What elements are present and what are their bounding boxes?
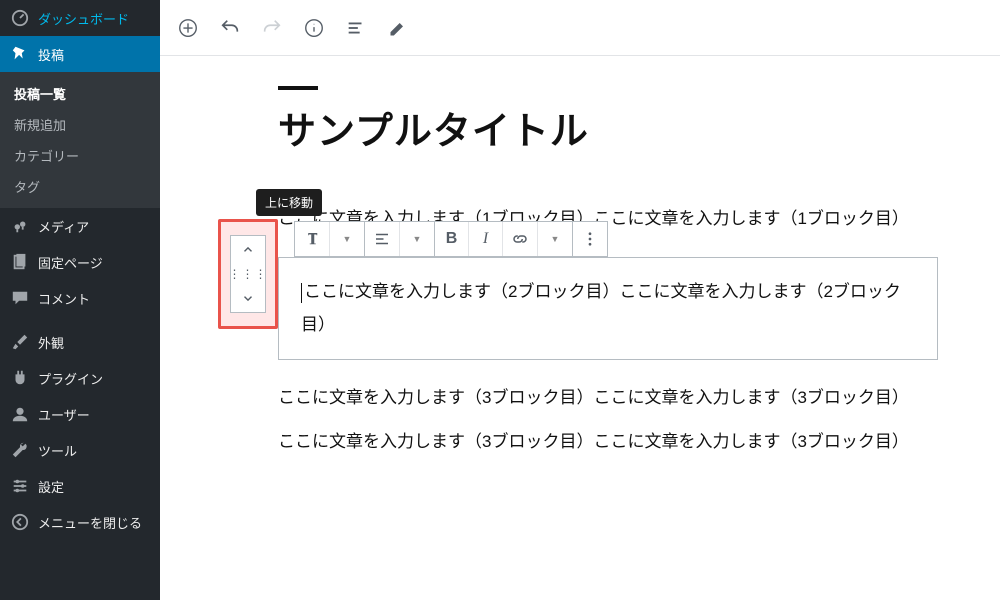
media-icon: [10, 216, 30, 236]
paragraph-block-3a[interactable]: ここに文章を入力します（3ブロック目）ここに文章を入力します（3ブロック目）: [278, 382, 938, 414]
editor-canvas: サンプルタイトル ここに文章を入力します（1ブロック目）ここに文章を入力します（…: [160, 56, 1000, 600]
redo-button[interactable]: [258, 14, 286, 42]
sidebar-item-settings[interactable]: 設定: [0, 468, 160, 504]
sidebar-label: ダッシュボード: [38, 9, 129, 28]
block-type-button[interactable]: [295, 222, 330, 256]
sidebar-item-users[interactable]: ユーザー: [0, 396, 160, 432]
sidebar-item-tools[interactable]: ツール: [0, 432, 160, 468]
block-mover: 上に移動 ⋮⋮⋮: [224, 225, 272, 323]
undo-button[interactable]: [216, 14, 244, 42]
post-title-block[interactable]: サンプルタイトル: [278, 86, 962, 155]
link-button[interactable]: [503, 222, 538, 256]
brush-icon: [10, 332, 30, 352]
move-down-button[interactable]: [231, 284, 265, 312]
sidebar-label: 投稿: [38, 45, 64, 64]
block-type-dropdown[interactable]: ▼: [330, 222, 364, 256]
submenu-posts-new[interactable]: 新規追加: [0, 109, 160, 140]
pin-icon: [10, 44, 30, 64]
paragraph-block-2[interactable]: ここに文章を入力します（2ブロック目）ここに文章を入力します（2ブロック目）: [278, 257, 938, 360]
move-up-tooltip: 上に移動: [256, 189, 322, 216]
collapse-icon: [10, 512, 30, 532]
rich-text-more-dropdown[interactable]: ▼: [538, 222, 572, 256]
edit-mode-button[interactable]: [384, 14, 412, 42]
sidebar-label: 外観: [38, 333, 64, 352]
submenu-posts-cat[interactable]: カテゴリー: [0, 140, 160, 171]
paragraph-text[interactable]: ここに文章を入力します（2ブロック目）ここに文章を入力します（2ブロック目）: [301, 282, 901, 333]
drag-handle[interactable]: ⋮⋮⋮: [231, 264, 265, 284]
sidebar-label: 設定: [38, 477, 64, 496]
outline-button[interactable]: [342, 14, 370, 42]
sidebar-item-plugins[interactable]: プラグイン: [0, 360, 160, 396]
sidebar-item-comments[interactable]: コメント: [0, 280, 160, 316]
italic-button[interactable]: I: [469, 222, 503, 256]
sidebar-item-collapse[interactable]: メニューを閉じる: [0, 504, 160, 540]
comment-icon: [10, 288, 30, 308]
bold-button[interactable]: B: [435, 222, 469, 256]
sliders-icon: [10, 476, 30, 496]
page-icon: [10, 252, 30, 272]
user-icon: [10, 404, 30, 424]
add-block-button[interactable]: [174, 14, 202, 42]
info-button[interactable]: [300, 14, 328, 42]
sidebar-label: 固定ページ: [38, 253, 103, 272]
editor-topbar: [160, 0, 1000, 56]
admin-sidebar: ダッシュボード 投稿 投稿一覧 新規追加 カテゴリー タグ メディア 固定ページ…: [0, 0, 160, 600]
sidebar-label: メディア: [38, 217, 89, 236]
paragraph-block-3b[interactable]: ここに文章を入力します（3ブロック目）ここに文章を入力します（3ブロック目）: [278, 426, 938, 458]
sidebar-item-appearance[interactable]: 外観: [0, 324, 160, 360]
text-cursor: [301, 283, 302, 303]
sidebar-label: ユーザー: [38, 405, 90, 424]
title-accent: [278, 86, 318, 90]
sidebar-label: メニューを閉じる: [38, 513, 142, 532]
sidebar-item-pages[interactable]: 固定ページ: [0, 244, 160, 280]
block-more-options[interactable]: [573, 222, 607, 256]
sidebar-label: コメント: [38, 289, 90, 308]
posts-submenu: 投稿一覧 新規追加 カテゴリー タグ: [0, 72, 160, 208]
sidebar-label: ツール: [38, 441, 77, 460]
align-button[interactable]: [365, 222, 400, 256]
post-title[interactable]: サンプルタイトル: [278, 100, 962, 155]
selected-block-wrapper: 上に移動 ⋮⋮⋮ ▼ ▼ B I: [198, 257, 962, 360]
plug-icon: [10, 368, 30, 388]
align-dropdown[interactable]: ▼: [400, 222, 434, 256]
dashboard-icon: [10, 8, 30, 28]
sidebar-item-dashboard[interactable]: ダッシュボード: [0, 0, 160, 36]
wrench-icon: [10, 440, 30, 460]
block-toolbar: ▼ ▼ B I ▼: [295, 221, 608, 257]
move-up-button[interactable]: [231, 236, 265, 264]
submenu-posts-list[interactable]: 投稿一覧: [0, 78, 160, 109]
sidebar-item-posts[interactable]: 投稿: [0, 36, 160, 72]
sidebar-item-media[interactable]: メディア: [0, 208, 160, 244]
sidebar-label: プラグイン: [38, 369, 103, 388]
submenu-posts-tag[interactable]: タグ: [0, 171, 160, 202]
